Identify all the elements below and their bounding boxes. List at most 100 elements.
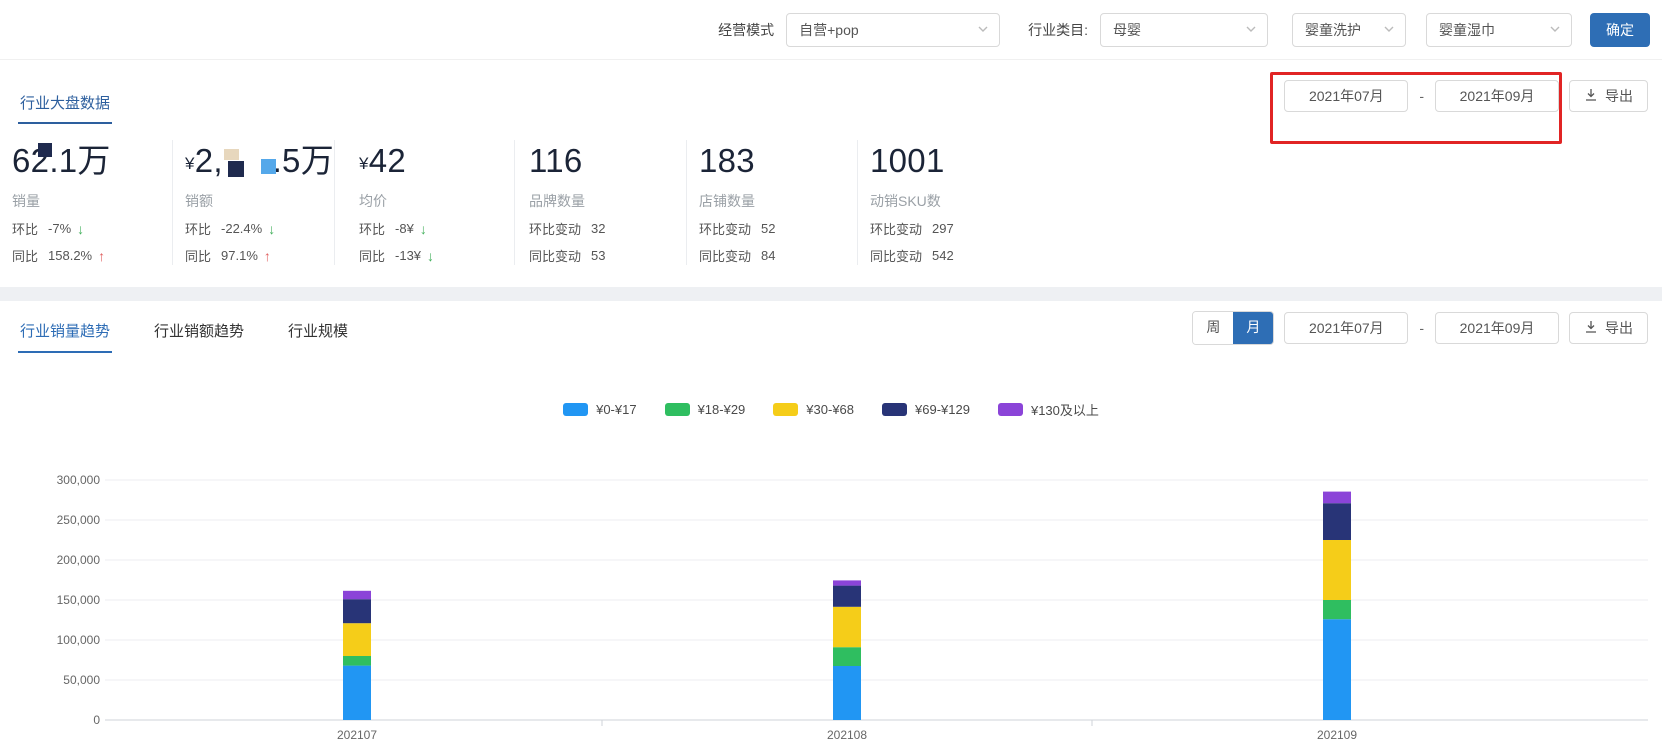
trend-export-button[interactable]: 导出 [1569,312,1648,344]
stat-value: ¥2, .5万 [185,140,334,182]
legend-item[interactable]: ¥69-¥129 [882,402,970,417]
tab-行业规模[interactable]: 行业规模 [286,304,350,353]
stat-label: 均价 [359,193,387,209]
metric-name: 环比 [359,222,386,237]
category-select[interactable]: 母婴 [1100,12,1268,47]
tab-行业销额趋势[interactable]: 行业销额趋势 [152,304,246,353]
stat-value-text: 6 [12,142,31,179]
chevron-down-icon [1245,22,1257,38]
overview-date-start[interactable]: 2021年07月 [1284,80,1409,112]
y-axis-tick-label: 250,000 [57,513,101,527]
y-axis-tick-label: 50,000 [63,673,100,687]
stat-card: 183 店铺数量 环比变动 52 同比变动 84 [687,140,858,265]
y-axis-tick-label: 0 [93,713,100,727]
metric-name: 环比 [185,222,212,237]
stat-card: 116 品牌数量 环比变动 32 同比变动 53 [515,140,687,265]
metric-value: 84 [761,248,776,263]
bar-segment [833,666,861,720]
granularity-toggle: 周月 [1192,311,1275,345]
stat-value-text: 183 [699,142,755,179]
filter-bar: 经营模式 自营+pop 行业类目: 母婴 婴童洗护 婴童湿巾 确定 [0,0,1662,60]
legend-label: ¥0-¥17 [596,401,637,417]
sub-category-select[interactable]: 婴童洗护 [1292,12,1406,47]
legend-swatch [773,402,799,416]
metric-name: 环比变动 [870,222,923,237]
chevron-down-icon [1549,22,1561,38]
stat-card: ¥2, .5万 销额 环比 -22.4% ↓ 同比 97.1% ↑ [173,140,335,265]
stat-metric-row: 同比 158.2% ↑ [12,246,172,265]
stat-metric-row: 环比 -22.4% ↓ [185,219,334,238]
legend-label: ¥18-¥29 [697,401,746,417]
section-divider [0,287,1662,301]
granularity-option[interactable]: 周 [1193,312,1234,344]
confirm-button[interactable]: 确定 [1590,12,1650,47]
overview-panel: 行业大盘数据 2021年07月 - 2021年09月 导出 6 2.1万 销量 环比 -… [0,60,1662,287]
leaf-category-select-value: 婴童湿巾 [1439,21,1495,38]
legend-label: ¥69-¥129 [915,401,970,417]
y-axis-tick-label: 150,000 [57,593,101,607]
bar-segment [1323,540,1351,600]
legend-item[interactable]: ¥30-¥68 [773,402,854,417]
stat-value: ¥42 [359,140,514,182]
stacked-bar-chart: 0 50,000 100,000 150,000 200,000 250,000 300,0… [57,473,1648,742]
chevron-down-icon [1383,22,1395,38]
stat-metric-row: 同比 97.1% ↑ [185,246,334,265]
legend-swatch [664,402,690,416]
granularity-option[interactable]: 月 [1233,312,1274,344]
overview-header: 行业大盘数据 2021年07月 - 2021年09月 导出 [0,60,1662,132]
legend-item[interactable]: ¥18-¥29 [664,401,746,417]
arrow-up-icon: ↑ [263,247,271,264]
bar-segment [343,590,371,600]
trend-date-end[interactable]: 2021年09月 [1435,312,1559,344]
metric-value: 97.1% [221,248,258,263]
metric-value: -13¥ [395,248,422,263]
mode-label: 经营模式 [718,21,775,38]
trend-chart-area: 0 50,000 100,000 150,000 200,000 250,000 300,0… [0,425,1662,747]
metric-value: 158.2% [48,248,93,263]
metric-name: 同比变动 [529,249,582,264]
stat-label: 品牌数量 [529,193,585,209]
mode-select[interactable]: 自营+pop [786,12,1001,47]
redaction-block [260,159,276,174]
stat-value-text: 1001 [870,142,945,179]
metric-value: 53 [591,248,606,263]
metric-name: 环比变动 [699,222,752,237]
stat-metric-row: 同比变动 84 [699,246,857,265]
bar-segment [343,599,371,624]
chart-legend: ¥0-¥17 ¥18-¥29 ¥30-¥68 ¥69-¥129 ¥130及以上 [0,399,1662,419]
overview-export-button[interactable]: 导出 [1569,80,1648,112]
arrow-up-icon: ↑ [98,247,106,264]
x-axis-category-label: 202109 [1317,728,1357,742]
leaf-category-select[interactable]: 婴童湿巾 [1426,12,1572,47]
legend-item[interactable]: ¥130及以上 [997,400,1099,419]
stat-label: 销量 [12,193,40,209]
redaction-block [223,149,239,160]
legend-label: ¥30-¥68 [806,401,855,417]
tab-行业销量趋势[interactable]: 行业销量趋势 [18,304,113,353]
overview-date-end[interactable]: 2021年09月 [1435,80,1559,112]
stat-value-text: .1万 [49,142,111,179]
stat-value: 1001 [870,140,1098,182]
overview-title[interactable]: 行业大盘数据 [18,68,113,124]
x-axis-category-label: 202107 [337,728,377,742]
stat-value-text: 42 [368,142,407,179]
trend-date-start[interactable]: 2021年07月 [1284,312,1409,344]
stat-value-text: 2 [31,140,52,182]
stat-value: 116 [529,140,686,182]
x-axis-category-label: 202108 [827,728,867,742]
stat-value: 6 2.1万 [12,140,172,182]
bar-segment [1323,491,1351,504]
stat-card: 6 2.1万 销量 环比 -7% ↓ 同比 158.2% ↑ [0,140,173,265]
redaction-block [227,161,244,177]
legend-swatch [563,402,589,416]
stat-card: 1001 动销SKU数 环比变动 297 同比变动 542 [858,140,1098,265]
redaction-block [37,143,52,157]
metric-value: -22.4% [221,221,263,236]
stat-metric-row: 同比变动 53 [529,246,686,265]
y-axis-tick-label: 300,000 [57,473,101,487]
metric-name: 同比 [359,249,386,264]
legend-item[interactable]: ¥0-¥17 [563,401,637,417]
arrow-down-icon: ↓ [77,220,85,237]
metric-name: 同比 [12,249,39,264]
metric-value: 52 [761,221,776,236]
